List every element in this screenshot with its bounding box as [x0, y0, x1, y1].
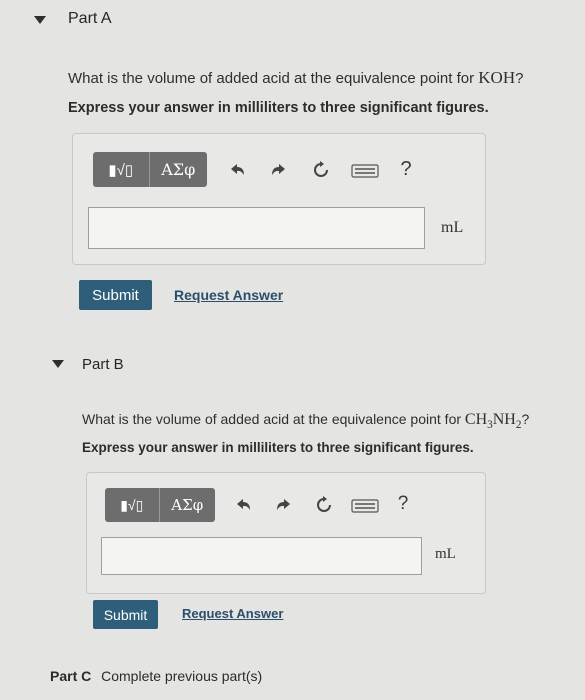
question-text: What is the volume of added acid at the … [82, 411, 465, 427]
formula-part: NH [492, 411, 516, 428]
part-a-request-answer-link[interactable]: Request Answer [174, 287, 283, 303]
keyboard-icon[interactable] [350, 497, 380, 515]
part-a-title: Part A [68, 10, 112, 27]
collapse-caret-icon[interactable] [34, 16, 46, 24]
collapse-caret-icon[interactable] [52, 360, 64, 368]
help-icon[interactable]: ? [397, 155, 415, 183]
chemical-formula: KOH [478, 68, 516, 87]
part-b-answer-input[interactable] [101, 537, 422, 575]
chemical-formula: CH3NH2 [464, 411, 522, 431]
undo-icon[interactable] [226, 158, 248, 182]
part-c-header: Part C Complete previous part(s) [50, 668, 262, 684]
undo-icon[interactable] [232, 493, 254, 517]
question-mark: ? [515, 70, 524, 87]
formula-part: CH [464, 411, 488, 428]
part-b-title: Part B [82, 356, 124, 373]
part-b-request-answer-link[interactable]: Request Answer [182, 606, 283, 621]
part-c-status: Complete previous part(s) [101, 668, 263, 684]
part-c-title: Part C [50, 668, 92, 684]
symbols-button[interactable]: ΑΣφ [158, 488, 215, 522]
keyboard-icon[interactable] [350, 162, 380, 180]
part-b-unit: mL [435, 546, 456, 562]
part-a-answer-input[interactable] [88, 207, 425, 249]
part-a-question: What is the volume of added acid at the … [68, 68, 523, 88]
reset-icon[interactable] [310, 158, 332, 182]
redo-icon[interactable] [268, 158, 290, 182]
help-icon[interactable]: ? [394, 490, 412, 518]
question-mark: ? [521, 411, 530, 427]
math-toolbar: ▮√▯ ΑΣφ [105, 488, 215, 522]
part-a-unit: mL [441, 219, 464, 236]
part-b-instruction: Express your answer in milliliters to th… [82, 440, 474, 455]
part-a-submit-button[interactable]: Submit [79, 280, 152, 310]
part-b-submit-button[interactable]: Submit [93, 600, 158, 629]
math-toolbar: ▮√▯ ΑΣφ [93, 152, 207, 187]
part-b-question: What is the volume of added acid at the … [82, 411, 529, 431]
question-text: What is the volume of added acid at the … [68, 70, 479, 87]
part-a-instruction: Express your answer in milliliters to th… [68, 100, 489, 116]
redo-icon[interactable] [273, 493, 295, 517]
reset-icon[interactable] [313, 493, 335, 517]
templates-button[interactable]: ▮√▯ [93, 152, 149, 187]
templates-button[interactable]: ▮√▯ [105, 488, 159, 522]
symbols-button[interactable]: ΑΣφ [148, 152, 207, 187]
